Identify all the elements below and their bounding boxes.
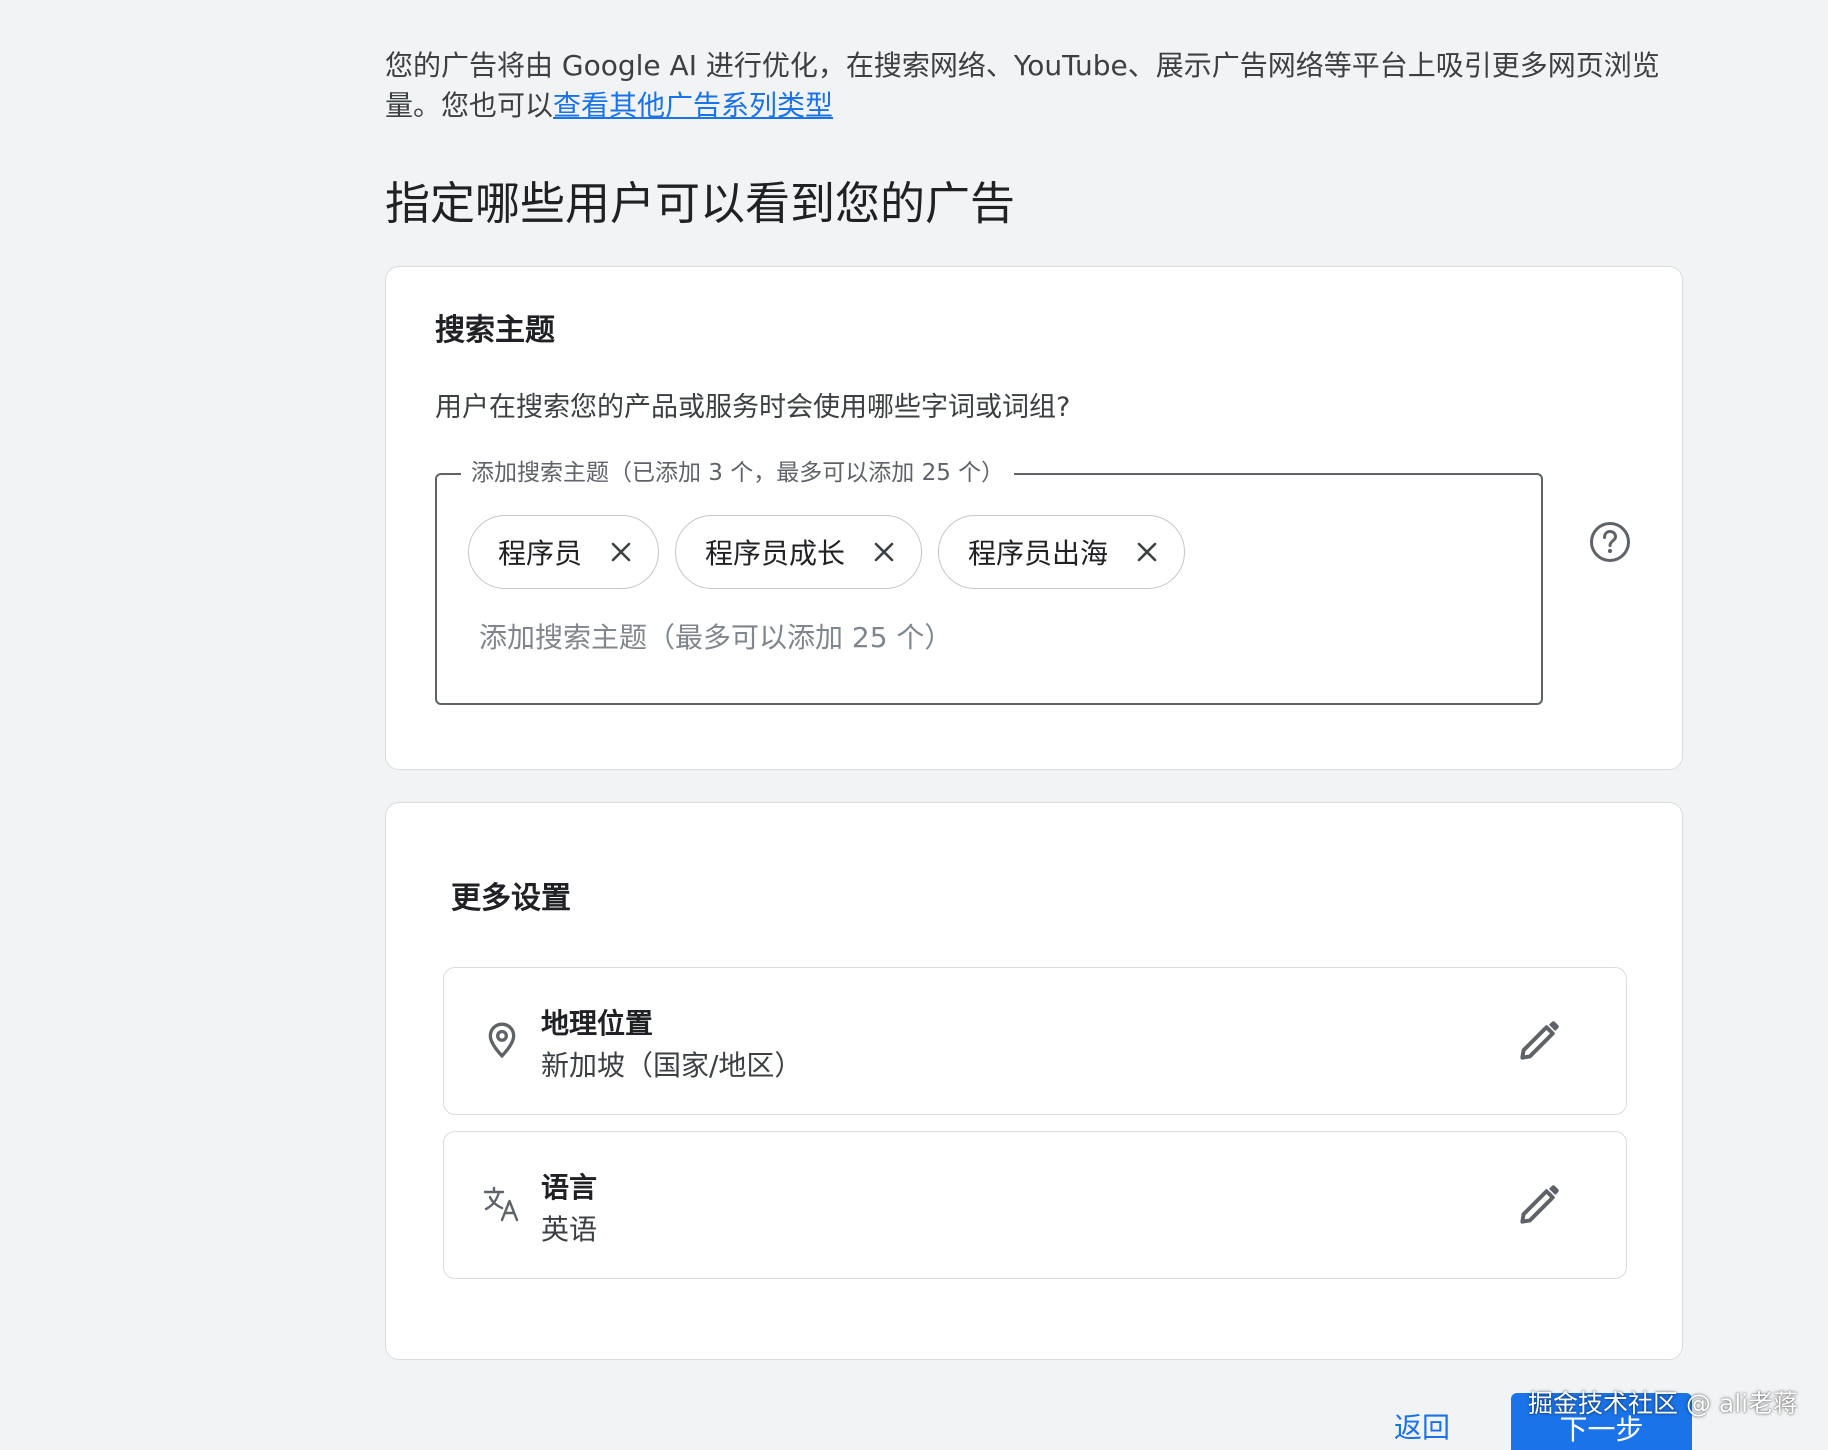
search-topic-input[interactable]: [479, 621, 1479, 654]
back-button[interactable]: 返回: [1394, 1406, 1450, 1446]
search-topics-field-label: 添加搜索主题（已添加 3 个，最多可以添加 25 个）: [461, 458, 1015, 488]
topic-chip[interactable]: 程序员成长: [675, 515, 923, 589]
close-icon[interactable]: [1132, 537, 1162, 567]
other-campaign-types-link[interactable]: 查看其他广告系列类型: [553, 89, 833, 122]
topic-chip-label: 程序员: [498, 537, 583, 570]
more-settings-title: 更多设置: [451, 881, 571, 916]
location-pin-icon: [482, 1020, 522, 1060]
search-topics-title: 搜索主题: [435, 313, 555, 348]
edit-pencil-icon[interactable]: [1514, 1016, 1564, 1066]
search-topics-field[interactable]: 添加搜索主题（已添加 3 个，最多可以添加 25 个） 程序员 程序员成长 程序…: [435, 458, 1543, 705]
language-title: 语言: [541, 1171, 598, 1204]
location-value: 新加坡（国家/地区）: [541, 1049, 803, 1082]
page-title: 指定哪些用户可以看到您的广告: [385, 177, 1016, 230]
intro-text: 您的广告将由 Google AI 进行优化，在搜索网络、YouTube、展示广告…: [385, 46, 1685, 126]
more-settings-card: 更多设置 地理位置 新加坡（国家/地区） 语言 英语: [385, 802, 1683, 1360]
edit-pencil-icon[interactable]: [1514, 1180, 1564, 1230]
help-circle-icon[interactable]: [1588, 520, 1632, 564]
location-setting-row[interactable]: 地理位置 新加坡（国家/地区）: [443, 967, 1627, 1115]
topic-chip[interactable]: 程序员: [468, 515, 660, 589]
watermark: 掘金技术社区 @ ali老蒋: [1528, 1389, 1799, 1418]
language-value: 英语: [541, 1213, 598, 1246]
topic-chip[interactable]: 程序员出海: [938, 515, 1186, 589]
search-topics-question: 用户在搜索您的产品或服务时会使用哪些字词或词组?: [435, 392, 1071, 423]
topic-chip-label: 程序员出海: [968, 537, 1109, 570]
translate-icon: [482, 1184, 522, 1224]
search-topics-card: 搜索主题 用户在搜索您的产品或服务时会使用哪些字词或词组? 添加搜索主题（已添加…: [385, 266, 1683, 770]
topic-chip-label: 程序员成长: [705, 537, 846, 570]
topic-chips: 程序员 程序员成长 程序员出海: [468, 515, 1186, 589]
close-icon[interactable]: [606, 537, 636, 567]
language-setting-row[interactable]: 语言 英语: [443, 1131, 1627, 1279]
page: 您的广告将由 Google AI 进行优化，在搜索网络、YouTube、展示广告…: [0, 0, 1828, 1450]
location-title: 地理位置: [541, 1007, 654, 1040]
close-icon[interactable]: [869, 537, 899, 567]
